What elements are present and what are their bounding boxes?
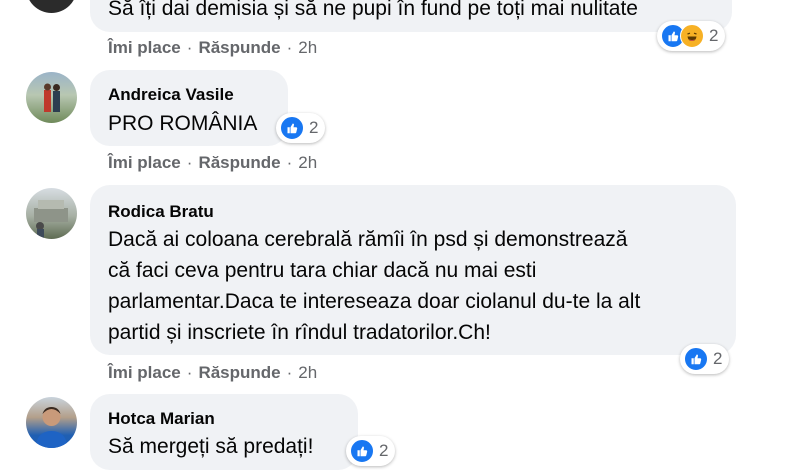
avatar[interactable] (26, 0, 77, 13)
comment-time[interactable]: 2h (298, 153, 317, 172)
separator: · (186, 153, 193, 172)
separator: · (286, 153, 293, 172)
haha-icon (680, 24, 704, 48)
comment-author[interactable]: Hotca Marian (108, 409, 215, 429)
reaction-summary[interactable]: 2 (276, 113, 326, 143)
comment-text: Dacă ai coloana cerebrală rămîi în psd ș… (108, 228, 628, 251)
reply-link[interactable]: Răspunde (198, 38, 280, 57)
reaction-count: 2 (379, 441, 389, 460)
reaction-count: 2 (309, 118, 319, 137)
reply-link[interactable]: Răspunde (198, 363, 280, 382)
comment-actions: Îmi place · Răspunde · 2h (108, 38, 317, 58)
reaction-summary[interactable]: 2 (680, 344, 730, 374)
reaction-count: 2 (709, 26, 719, 45)
comment-bubble: Să îți dai demisia și să ne pupi în fund… (90, 0, 732, 32)
comment-text: partid și inscriete în rîndul tradatoril… (108, 321, 491, 344)
comment-text: Să îți dai demisia și să ne pupi în fund… (108, 0, 638, 20)
separator: · (286, 363, 293, 382)
comment-bubble: Andreica Vasile PRO ROMÂNIA (90, 70, 288, 146)
like-icon (350, 439, 374, 463)
comment-actions: Îmi place · Răspunde · 2h (108, 363, 317, 383)
separator: · (186, 363, 193, 382)
comment-author[interactable]: Andreica Vasile (108, 85, 234, 105)
separator: · (286, 38, 293, 57)
reaction-summary[interactable]: 2 (346, 436, 396, 466)
avatar[interactable] (26, 72, 77, 123)
reaction-summary[interactable]: 2 (657, 21, 726, 51)
comment-text: Să mergeți să predați! (108, 435, 314, 458)
comment-text: că faci ceva pentru tara chiar dacă nu m… (108, 259, 537, 282)
comment-text: parlamentar.Daca te intereseaza doar cio… (108, 290, 641, 313)
like-link[interactable]: Îmi place (108, 38, 181, 57)
reply-link[interactable]: Răspunde (198, 153, 280, 172)
comment-actions: Îmi place · Răspunde · 2h (108, 153, 317, 173)
like-link[interactable]: Îmi place (108, 363, 181, 382)
like-link[interactable]: Îmi place (108, 153, 181, 172)
comment-bubble: Rodica Bratu Dacă ai coloana cerebrală r… (90, 185, 736, 355)
avatar[interactable] (26, 397, 77, 448)
comment-time[interactable]: 2h (298, 38, 317, 57)
comment-text: PRO ROMÂNIA (108, 112, 258, 135)
separator: · (186, 38, 193, 57)
like-icon (684, 347, 708, 371)
comment-bubble: Hotca Marian Să mergeți să predați! (90, 394, 358, 470)
reaction-count: 2 (713, 349, 723, 368)
comment-time[interactable]: 2h (298, 363, 317, 382)
like-icon (280, 116, 304, 140)
avatar[interactable] (26, 188, 77, 239)
comment-author[interactable]: Rodica Bratu (108, 202, 214, 222)
